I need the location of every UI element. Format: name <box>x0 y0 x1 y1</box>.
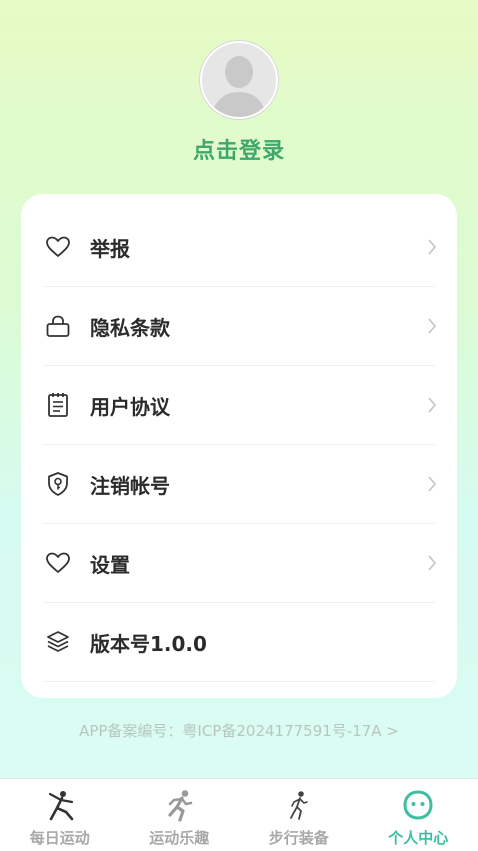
notepad-icon <box>44 391 72 419</box>
tab-exercise-fun[interactable]: 运动乐趣 <box>120 779 240 851</box>
chevron-right-icon <box>425 237 439 257</box>
default-avatar-icon <box>202 43 276 117</box>
tab-label: 每日运动 <box>30 827 90 848</box>
login-link[interactable]: 点击登录 <box>0 133 478 165</box>
version-label: 版本号1.0.0 <box>90 628 435 657</box>
profile-header: 点击登录 <box>0 41 478 165</box>
tab-label: 个人中心 <box>388 827 448 848</box>
menu-item-user-agreement[interactable]: 用户协议 <box>43 366 435 445</box>
lock-icon <box>44 312 72 340</box>
icp-record-link[interactable]: APP备案编号：粤ICP备2024177591号-17A > <box>0 720 478 741</box>
menu-item-version: 版本号1.0.0 <box>43 603 435 682</box>
tab-daily-exercise[interactable]: 每日运动 <box>0 779 120 851</box>
menu-item-label: 用户协议 <box>90 391 425 420</box>
menu-item-settings[interactable]: 设置 <box>43 524 435 603</box>
menu-card: 举报 隐私条款 用户协议 注销帐号 设置 <box>21 194 457 698</box>
chevron-right-icon <box>425 395 439 415</box>
layers-icon <box>44 628 72 656</box>
chevron-right-icon <box>425 553 439 573</box>
tab-walking-gear[interactable]: 步行装备 <box>239 779 359 851</box>
chevron-right-icon <box>425 316 439 336</box>
shield-key-icon <box>44 470 72 498</box>
tab-label: 步行装备 <box>269 827 329 848</box>
menu-item-label: 注销帐号 <box>90 470 425 499</box>
menu-item-report[interactable]: 举报 <box>43 208 435 287</box>
smiley-face-icon <box>400 788 436 824</box>
tab-personal-center[interactable]: 个人中心 <box>359 779 478 851</box>
menu-item-privacy[interactable]: 隐私条款 <box>43 287 435 366</box>
heart-icon <box>44 549 72 577</box>
menu-item-label: 设置 <box>90 549 425 578</box>
chevron-right-icon <box>425 474 439 494</box>
menu-item-delete-account[interactable]: 注销帐号 <box>43 445 435 524</box>
walking-person-icon <box>281 788 317 824</box>
stretching-person-icon <box>42 788 78 824</box>
menu-item-label: 隐私条款 <box>90 312 425 341</box>
tab-label: 运动乐趣 <box>149 827 209 848</box>
heart-icon <box>44 233 72 261</box>
avatar[interactable] <box>200 41 278 119</box>
running-person-icon <box>161 788 197 824</box>
menu-item-label: 举报 <box>90 233 425 262</box>
bottom-tab-bar: 每日运动 运动乐趣 步行装备 <box>0 778 478 851</box>
